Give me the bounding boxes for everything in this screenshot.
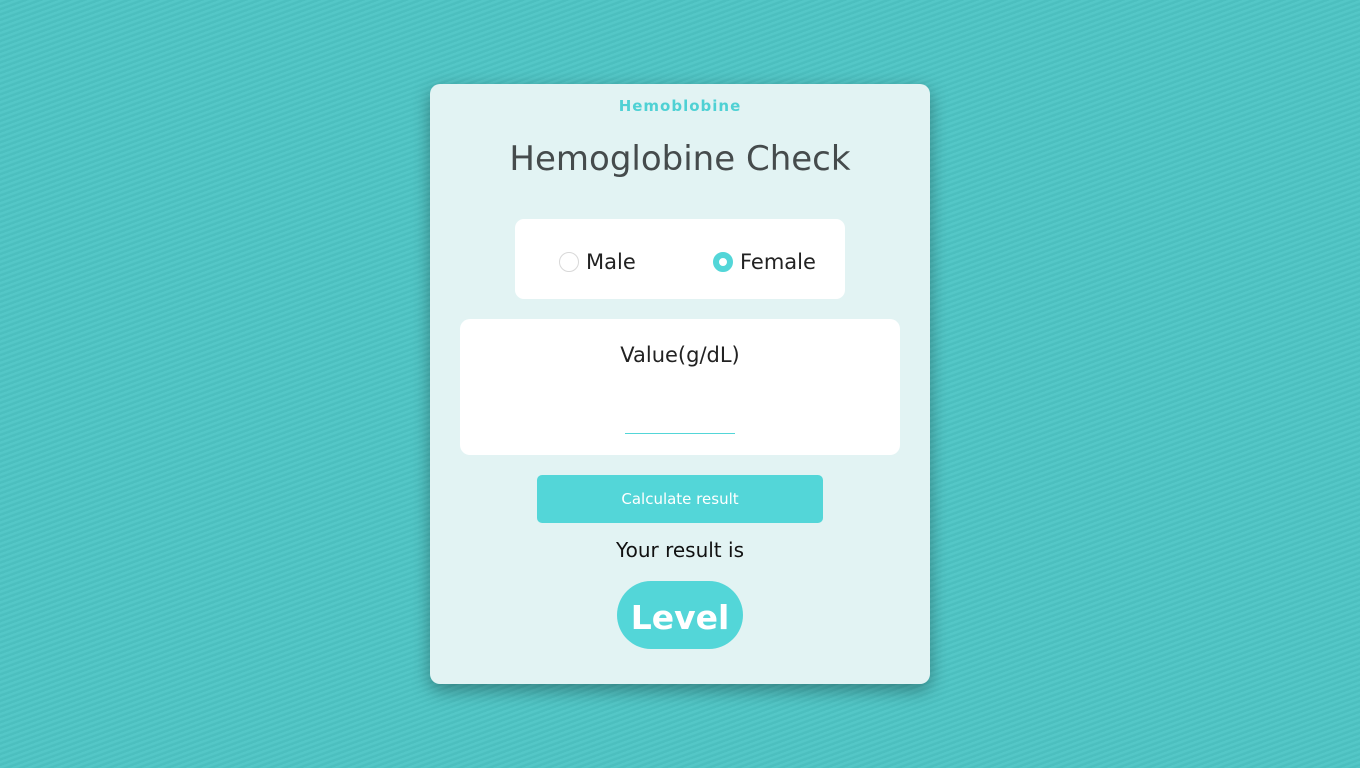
- gender-option-female[interactable]: Female: [713, 247, 816, 277]
- gender-selector: Male Female: [515, 219, 845, 299]
- value-panel: Value(g/dL): [460, 319, 900, 455]
- female-radio-label[interactable]: Female: [740, 250, 816, 274]
- male-radio-button[interactable]: [559, 252, 579, 272]
- calculate-result-button[interactable]: Calculate result: [537, 475, 823, 523]
- value-field-label: Value(g/dL): [620, 343, 740, 367]
- gender-option-male[interactable]: Male: [559, 247, 636, 277]
- female-radio-button[interactable]: [713, 252, 733, 272]
- hemoglobin-card: Hemoblobine Hemoglobine Check Male Femal…: [430, 84, 930, 684]
- brand-label: Hemoblobine: [618, 97, 742, 115]
- male-radio-label[interactable]: Male: [586, 250, 636, 274]
- result-prefix-text: Your result is: [616, 538, 744, 562]
- page-title: Hemoglobine Check: [509, 139, 851, 179]
- value-input[interactable]: [625, 409, 735, 434]
- result-level-badge: Level: [617, 581, 743, 649]
